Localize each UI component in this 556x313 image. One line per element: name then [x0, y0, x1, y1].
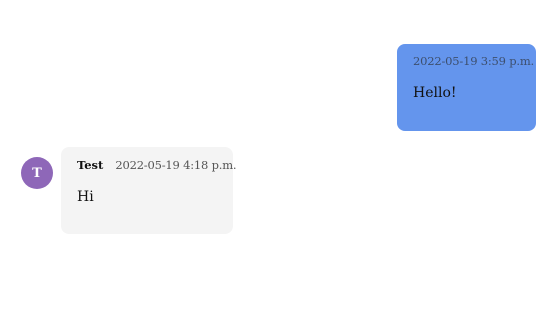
- incoming-message-bubble: Test 2022-05-19 4:18 p.m. Hi: [61, 147, 237, 234]
- message-text: Hello!: [413, 85, 457, 101]
- message-meta: Test 2022-05-19 4:18 p.m.: [77, 158, 237, 172]
- message-timestamp: 2022-05-19 3:59 p.m.: [413, 54, 535, 68]
- chat-thread: 2022-05-19 3:59 p.m. Hello! T Test 2022-…: [0, 0, 556, 313]
- outgoing-message-bubble: 2022-05-19 3:59 p.m. Hello!: [397, 44, 536, 131]
- message-text: Hi: [77, 189, 94, 205]
- sender-name: Test: [77, 158, 104, 172]
- avatar: T: [21, 157, 53, 189]
- message-timestamp: 2022-05-19 4:18 p.m.: [115, 158, 237, 172]
